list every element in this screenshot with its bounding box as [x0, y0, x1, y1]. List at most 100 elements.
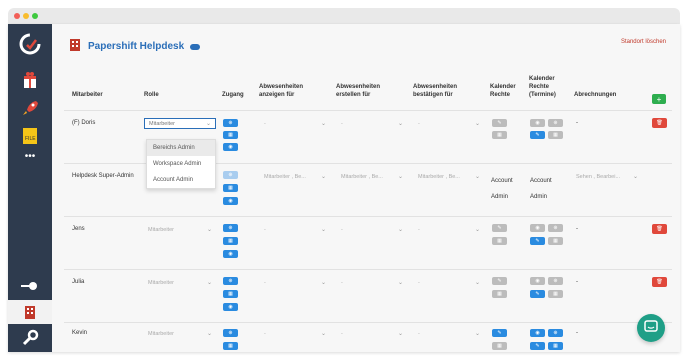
shift-add-button[interactable]: ⊕ — [548, 329, 563, 337]
abs-view-select[interactable]: - ⌄ — [260, 224, 330, 235]
role-select[interactable]: Mitarbeiter ⌄ — [144, 277, 216, 288]
abs-confirm-value: - — [418, 279, 420, 286]
col-billing: Abrechnungen — [574, 92, 617, 98]
col-abs-confirm: Abwesenheiten bestätigen für — [413, 84, 458, 98]
shift-delete-button[interactable]: ▦ — [548, 237, 563, 245]
role-select[interactable]: Mitarbeiter ⌄ — [144, 328, 216, 339]
row-separator — [64, 216, 672, 217]
shift-edit-button[interactable]: ✎ — [530, 342, 545, 350]
employee-name: Jens — [72, 226, 85, 232]
employee-name: Kevin — [72, 330, 88, 336]
wrench-icon[interactable] — [16, 326, 44, 350]
abs-create-select[interactable]: - ⌄ — [337, 224, 407, 235]
role-value: Mitarbeiter — [148, 226, 174, 233]
shift-delete-button[interactable]: ▦ — [548, 290, 563, 298]
abs-confirm-value: - — [418, 120, 420, 127]
col-calendar-rights: Kalender Rechte — [490, 84, 516, 98]
access-settings-button[interactable]: ▦ — [223, 290, 238, 298]
role-option[interactable]: Workspace Admin — [147, 156, 215, 172]
shift-view-button[interactable]: ◉ — [530, 224, 545, 232]
shift-edit-button[interactable]: ✎ — [530, 290, 545, 298]
shift-view-button[interactable]: ◉ — [530, 277, 545, 285]
access-toggle-button[interactable]: ⊕ — [223, 119, 238, 127]
rocket-icon[interactable] — [16, 96, 44, 120]
abs-view-select[interactable]: - ⌄ — [260, 277, 330, 288]
shift-add-button[interactable]: ⊕ — [548, 277, 563, 285]
delete-location-link[interactable]: Standort löschen — [621, 39, 666, 45]
abs-view-select[interactable]: Mitarbeiter , Be... ⌄ — [260, 171, 330, 182]
abs-confirm-select[interactable]: Mitarbeiter , Be... ⌄ — [414, 171, 484, 182]
svg-text:FILE: FILE — [25, 136, 36, 142]
gift-icon[interactable] — [16, 68, 44, 92]
brand-toggle[interactable] — [190, 43, 201, 50]
calendar-edit-button[interactable]: ✎ — [492, 329, 507, 337]
access-view-button[interactable]: ◉ — [223, 303, 238, 311]
delete-employee-button[interactable]: 🗑 — [652, 118, 667, 128]
abs-confirm-select[interactable]: - ⌄ — [414, 328, 484, 339]
calendar-edit-button[interactable]: ✎ — [492, 277, 507, 285]
role-select[interactable]: Mitarbeiter ⌄ — [144, 224, 216, 235]
calendar-delete-button[interactable]: ▦ — [492, 290, 507, 298]
shift-edit-button[interactable]: ✎ — [530, 131, 545, 139]
access-toggle-button[interactable]: ⊕ — [223, 224, 238, 232]
abs-view-select[interactable]: - ⌄ — [260, 328, 330, 339]
maximize-dot[interactable] — [32, 13, 38, 19]
billing-value: - — [576, 226, 578, 232]
access-toggle-button[interactable]: ⊕ — [223, 171, 238, 179]
app-logo-icon[interactable] — [16, 30, 44, 58]
calendar-delete-button[interactable]: ▦ — [492, 131, 507, 139]
minimize-dot[interactable] — [23, 13, 29, 19]
add-employee-button[interactable]: + — [652, 94, 666, 104]
calendar-delete-button[interactable]: ▦ — [492, 237, 507, 245]
toggle-switch-icon[interactable] — [16, 274, 44, 298]
abs-view-select[interactable]: - ⌄ — [260, 118, 330, 129]
billing-value: - — [576, 330, 578, 336]
abs-confirm-select[interactable]: - ⌄ — [414, 277, 484, 288]
calendar-edit-button[interactable]: ✎ — [492, 119, 507, 127]
shift-delete-button[interactable]: ▦ — [548, 131, 563, 139]
abs-view-value: - — [264, 226, 266, 233]
access-settings-button[interactable]: ▦ — [223, 237, 238, 245]
shift-view-button[interactable]: ◉ — [530, 329, 545, 337]
chat-button[interactable] — [637, 314, 665, 342]
access-settings-button[interactable]: ▦ — [223, 184, 238, 192]
access-view-button[interactable]: ◉ — [223, 250, 238, 258]
chevron-down-icon: ⌄ — [205, 121, 211, 127]
abs-confirm-select[interactable]: - ⌄ — [414, 118, 484, 129]
shift-view-button[interactable]: ◉ — [530, 119, 545, 127]
abs-create-select[interactable]: Mitarbeiter , Be... ⌄ — [337, 171, 407, 182]
abs-confirm-select[interactable]: - ⌄ — [414, 224, 484, 235]
abs-create-select[interactable]: - ⌄ — [337, 277, 407, 288]
role-value: Mitarbeiter — [148, 330, 174, 337]
calendar-delete-button[interactable]: ▦ — [492, 342, 507, 350]
delete-employee-button[interactable]: 🗑 — [652, 224, 667, 234]
access-view-button[interactable]: ◉ — [223, 143, 238, 151]
col-abs-view: Abwesenheiten anzeigen für — [259, 84, 304, 98]
building-icon[interactable] — [8, 300, 52, 324]
role-select[interactable]: Mitarbeiter ⌄ — [144, 118, 216, 129]
shift-edit-button[interactable]: ✎ — [530, 237, 545, 245]
row-separator — [64, 322, 672, 323]
app-window: FILE ••• Papershift Helpdesk Standort lö… — [8, 24, 680, 352]
employee-name: Julia — [72, 279, 85, 285]
role-option[interactable]: Bereichs Admin — [147, 140, 215, 156]
abs-create-select[interactable]: - ⌄ — [337, 328, 407, 339]
shift-add-button[interactable]: ⊕ — [548, 119, 563, 127]
calendar-edit-button[interactable]: ✎ — [492, 224, 507, 232]
access-toggle-button[interactable]: ⊕ — [223, 277, 238, 285]
abs-view-value: - — [264, 279, 266, 286]
shift-add-button[interactable]: ⊕ — [548, 224, 563, 232]
more-icon[interactable]: ••• — [16, 144, 44, 168]
access-settings-button[interactable]: ▦ — [223, 342, 238, 350]
access-toggle-button[interactable]: ⊕ — [223, 329, 238, 337]
abs-create-select[interactable]: - ⌄ — [337, 118, 407, 129]
shift-delete-button[interactable]: ▦ — [548, 342, 563, 350]
access-settings-button[interactable]: ▦ — [223, 131, 238, 139]
chevron-down-icon: ⌄ — [206, 331, 212, 337]
billing-select[interactable]: Sehen , Bearbei... ⌄ — [572, 171, 642, 182]
role-option[interactable]: Account Admin — [147, 172, 215, 188]
delete-employee-button[interactable]: 🗑 — [652, 277, 667, 287]
close-dot[interactable] — [14, 13, 20, 19]
access-view-button[interactable]: ◉ — [223, 197, 238, 205]
role-dropdown-menu: Bereichs Admin Workspace Admin Account A… — [146, 139, 216, 189]
